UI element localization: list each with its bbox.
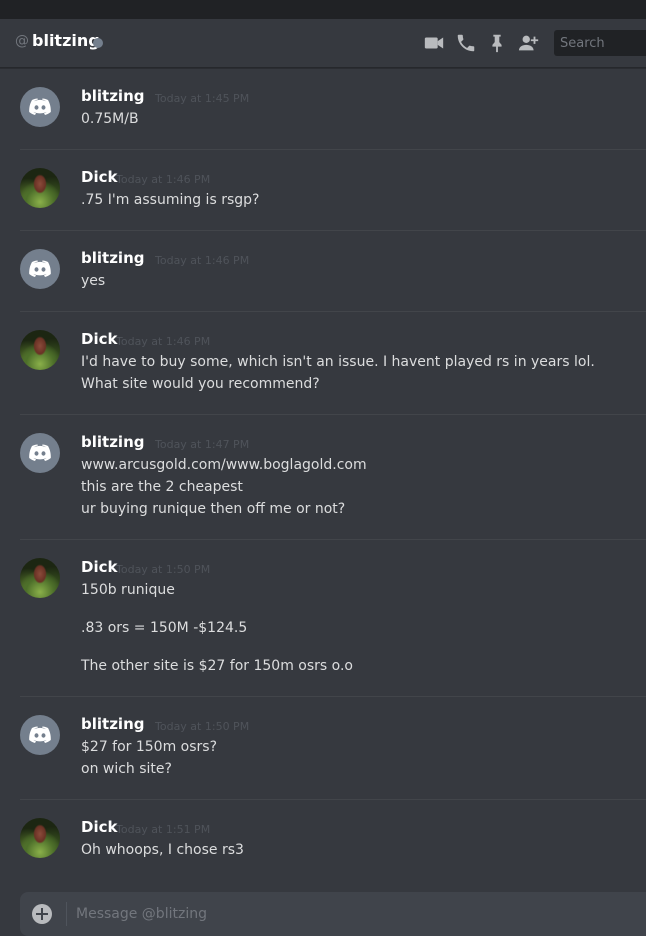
username[interactable]: Dick bbox=[81, 558, 117, 576]
message-group: blitzing Today at 1:50 PM $27 for 150m o… bbox=[20, 696, 646, 800]
username[interactable]: Dick bbox=[81, 330, 117, 348]
username[interactable]: Dick bbox=[81, 168, 117, 186]
video-call-icon[interactable] bbox=[423, 32, 445, 54]
message-text: .83 ors = 150M -$124.5 bbox=[81, 620, 248, 636]
message-list: blitzing Today at 1:45 PM 0.75M/B Dick T… bbox=[0, 68, 646, 880]
message-composer bbox=[20, 892, 646, 936]
avatar[interactable] bbox=[20, 433, 60, 473]
message-text: Oh whoops, I chose rs3 bbox=[81, 842, 244, 858]
username[interactable]: Dick bbox=[81, 818, 117, 836]
message-text: yes bbox=[81, 273, 106, 289]
timestamp: Today at 1:46 PM bbox=[116, 335, 211, 348]
timestamp: Today at 1:47 PM bbox=[155, 438, 250, 451]
discord-logo-icon bbox=[29, 260, 51, 277]
avatar[interactable] bbox=[20, 558, 60, 598]
username[interactable]: blitzing bbox=[81, 715, 144, 733]
username[interactable]: blitzing bbox=[81, 433, 144, 451]
message-group: blitzing Today at 1:46 PM yes bbox=[20, 230, 646, 312]
avatar[interactable] bbox=[20, 249, 60, 289]
pin-icon[interactable] bbox=[486, 32, 508, 54]
composer-divider bbox=[66, 902, 67, 926]
message-group: blitzing Today at 1:47 PM www.arcusgold.… bbox=[20, 414, 646, 540]
timestamp: Today at 1:45 PM bbox=[155, 92, 250, 105]
timestamp: Today at 1:46 PM bbox=[116, 173, 211, 186]
message-input[interactable] bbox=[76, 902, 596, 926]
avatar[interactable] bbox=[20, 818, 60, 858]
page-title: blitzing bbox=[32, 31, 100, 50]
voice-call-icon[interactable] bbox=[455, 32, 477, 54]
message-group: Dick Today at 1:50 PM 150b runique .83 o… bbox=[20, 539, 646, 697]
username[interactable]: blitzing bbox=[81, 249, 144, 267]
timestamp: Today at 1:50 PM bbox=[155, 720, 250, 733]
search-input[interactable] bbox=[560, 30, 640, 56]
message-text: $27 for 150m osrs? bbox=[81, 739, 218, 755]
message-text: www.arcusgold.com/www.boglagold.com bbox=[81, 457, 367, 473]
message-text: I'd have to buy some, which isn't an iss… bbox=[81, 354, 595, 370]
discord-logo-icon bbox=[29, 444, 51, 461]
upload-plus-icon[interactable] bbox=[32, 904, 52, 924]
avatar[interactable] bbox=[20, 168, 60, 208]
timestamp: Today at 1:50 PM bbox=[116, 563, 211, 576]
channel-header: @ blitzing bbox=[0, 19, 646, 68]
message-group: blitzing Today at 1:45 PM 0.75M/B bbox=[20, 68, 646, 150]
discord-logo-icon bbox=[29, 98, 51, 115]
message-text: 0.75M/B bbox=[81, 111, 139, 127]
message-text: ur buying runique then off me or not? bbox=[81, 501, 346, 517]
message-text: this are the 2 cheapest bbox=[81, 479, 243, 495]
add-friend-icon[interactable] bbox=[518, 32, 540, 54]
timestamp: Today at 1:46 PM bbox=[155, 254, 250, 267]
message-group: Dick Today at 1:51 PM Oh whoops, I chose… bbox=[20, 799, 646, 880]
discord-logo-icon bbox=[29, 726, 51, 743]
at-symbol: @ bbox=[15, 33, 29, 49]
message-text: .75 I'm assuming is rsgp? bbox=[81, 192, 260, 208]
avatar[interactable] bbox=[20, 715, 60, 755]
avatar[interactable] bbox=[20, 87, 60, 127]
message-text: 150b runique bbox=[81, 582, 175, 598]
timestamp: Today at 1:51 PM bbox=[116, 823, 211, 836]
message-text: What site would you recommend? bbox=[81, 376, 320, 392]
window-top-strip bbox=[0, 0, 646, 19]
message-text: on wich site? bbox=[81, 761, 172, 777]
avatar[interactable] bbox=[20, 330, 60, 370]
message-text: The other site is $27 for 150m osrs o.o bbox=[81, 658, 353, 674]
message-group: Dick Today at 1:46 PM I'd have to buy so… bbox=[20, 311, 646, 415]
username[interactable]: blitzing bbox=[81, 87, 144, 105]
status-indicator bbox=[93, 38, 103, 48]
search-box[interactable] bbox=[554, 30, 646, 56]
message-group: Dick Today at 1:46 PM .75 I'm assuming i… bbox=[20, 149, 646, 231]
